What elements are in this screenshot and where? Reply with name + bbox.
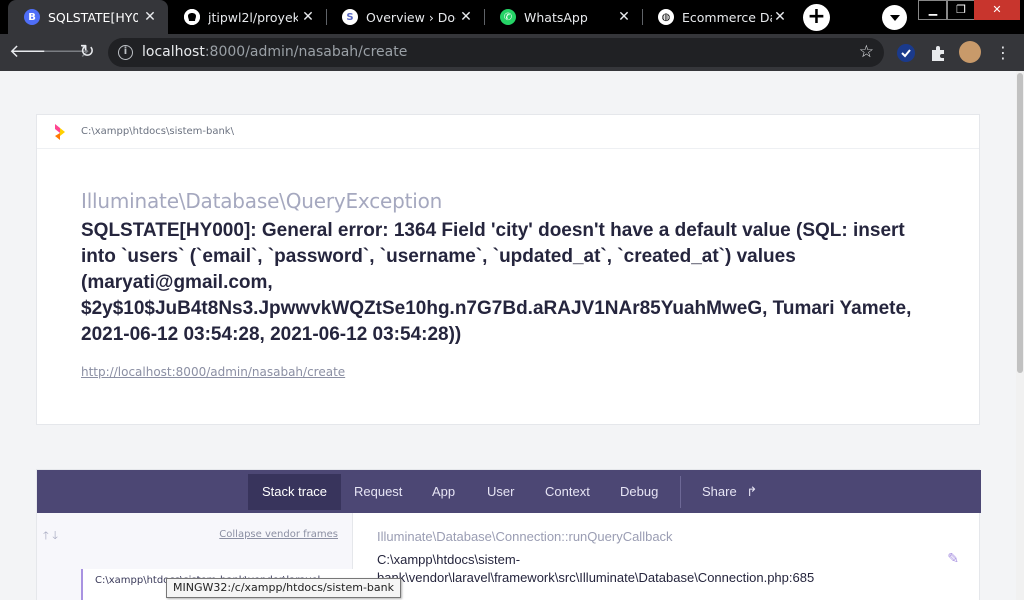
collapse-vendor-frames-link[interactable]: Collapse vendor frames bbox=[219, 529, 338, 540]
url-host: localhost bbox=[142, 44, 205, 60]
error-card: C:\xampp\htdocs\sistem-bank\ Illuminate\… bbox=[36, 114, 980, 425]
frame-nav-arrows-icon[interactable]: 🡑 🡓 bbox=[43, 527, 58, 546]
tab-title: jtipwl2l/proyek-al bbox=[208, 9, 298, 25]
exception-class: Illuminate\Database\QueryException bbox=[81, 189, 443, 213]
profile-avatar[interactable] bbox=[959, 41, 981, 63]
frame-line-number: :685 bbox=[788, 570, 815, 585]
tab-stack-trace[interactable]: Stack trace bbox=[248, 474, 342, 510]
taskbar-tooltip: MINGW32:/c/xampp/htdocs/sistem-bank bbox=[166, 578, 401, 598]
page-viewport: C:\xampp\htdocs\sistem-bank\ Illuminate\… bbox=[0, 71, 1024, 600]
tab-title: WhatsApp bbox=[524, 9, 588, 25]
close-icon[interactable]: ✕ bbox=[142, 9, 158, 25]
tab-divider bbox=[680, 476, 681, 508]
tab-ecommerce[interactable]: ◍ Ecommerce Dash ✕ bbox=[642, 0, 798, 34]
close-icon[interactable]: ✕ bbox=[458, 9, 474, 25]
extensions-puzzle-icon[interactable] bbox=[928, 43, 948, 63]
trace-tab-bar: Stack trace Request App User Context Deb… bbox=[37, 470, 981, 513]
edit-pencil-icon[interactable]: ✎ bbox=[947, 551, 959, 567]
tab-github[interactable]: jtipwl2l/proyek-al ✕ bbox=[168, 0, 326, 34]
url-path: :8000/admin/nasabah/create bbox=[204, 44, 408, 60]
project-path: C:\xampp\htdocs\sistem-bank\ bbox=[81, 126, 234, 137]
address-bar[interactable]: i localhost:8000/admin/nasabah/create ☆ bbox=[108, 38, 884, 67]
tab-search-button[interactable] bbox=[882, 5, 907, 30]
tab-sqlstate[interactable]: B SQLSTATE[HY000 ✕ bbox=[8, 0, 168, 34]
browser-tab-strip: B SQLSTATE[HY000 ✕ jtipwl2l/proyek-al ✕ … bbox=[0, 0, 1024, 34]
github-icon bbox=[184, 9, 200, 25]
share-arrow-icon: ↱ bbox=[746, 484, 758, 499]
tab-user[interactable]: User bbox=[473, 474, 528, 510]
back-button[interactable]: 🡐 bbox=[9, 41, 57, 65]
window-close-button[interactable]: ✕ bbox=[974, 0, 1020, 20]
address-toolbar: 🡐 🡒 ↻ i localhost:8000/admin/nasabah/cre… bbox=[0, 34, 1024, 71]
frame-file: C:\xampp\htdocs\sistem-bank\vendor\larav… bbox=[377, 551, 937, 587]
reload-button[interactable]: ↻ bbox=[75, 41, 99, 65]
tab-context[interactable]: Context bbox=[531, 474, 604, 510]
minimize-button[interactable]: ▁ bbox=[918, 0, 948, 20]
page-scrollbar[interactable] bbox=[1016, 71, 1024, 600]
exception-message: SQLSTATE[HY000]: General error: 1364 Fie… bbox=[81, 220, 912, 345]
tab-docs[interactable]: S Overview › Docum ✕ bbox=[326, 0, 484, 34]
chevron-down-icon bbox=[889, 14, 900, 21]
more-menu-icon[interactable]: ⋮ bbox=[993, 43, 1013, 63]
bookmark-star-icon[interactable]: ☆ bbox=[859, 42, 874, 62]
bootstrap-icon: B bbox=[24, 9, 40, 25]
new-tab-button[interactable]: + bbox=[803, 4, 830, 31]
tab-title: SQLSTATE[HY000 bbox=[48, 9, 138, 25]
forward-button[interactable]: 🡒 bbox=[42, 41, 90, 65]
info-icon[interactable]: i bbox=[118, 45, 133, 60]
docs-icon: S bbox=[342, 9, 358, 25]
globe-icon: ◍ bbox=[658, 9, 674, 25]
close-icon[interactable]: ✕ bbox=[300, 9, 316, 25]
frame-class: Illuminate\Database\Connection::runQuery… bbox=[377, 529, 673, 544]
tab-debug[interactable]: Debug bbox=[606, 474, 672, 510]
share-label: Share bbox=[702, 484, 737, 499]
maximize-button[interactable]: ❐ bbox=[946, 0, 976, 20]
tab-request[interactable]: Request bbox=[340, 474, 416, 510]
share-button[interactable]: Share ↱ bbox=[688, 474, 771, 510]
frame-detail: Illuminate\Database\Connection::runQuery… bbox=[353, 513, 981, 600]
extension-check-icon[interactable] bbox=[896, 43, 916, 63]
close-icon[interactable]: ✕ bbox=[772, 9, 788, 25]
tab-title: Ecommerce Dash bbox=[682, 9, 772, 25]
url-text[interactable]: localhost:8000/admin/nasabah/create bbox=[142, 44, 407, 60]
tab-app[interactable]: App bbox=[418, 474, 469, 510]
frame-file-path: C:\xampp\htdocs\sistem-bank\vendor\larav… bbox=[377, 552, 789, 585]
close-icon[interactable]: ✕ bbox=[616, 9, 632, 25]
error-header: C:\xampp\htdocs\sistem-bank\ bbox=[37, 115, 979, 149]
whatsapp-icon: ✆ bbox=[500, 9, 516, 25]
tab-whatsapp[interactable]: ✆ WhatsApp ✕ bbox=[484, 0, 642, 34]
scrollbar-thumb[interactable] bbox=[1017, 73, 1023, 373]
tab-title: Overview › Docum bbox=[366, 9, 456, 25]
ignition-logo-icon bbox=[55, 124, 65, 140]
request-url-link[interactable]: http://localhost:8000/admin/nasabah/crea… bbox=[81, 365, 345, 379]
